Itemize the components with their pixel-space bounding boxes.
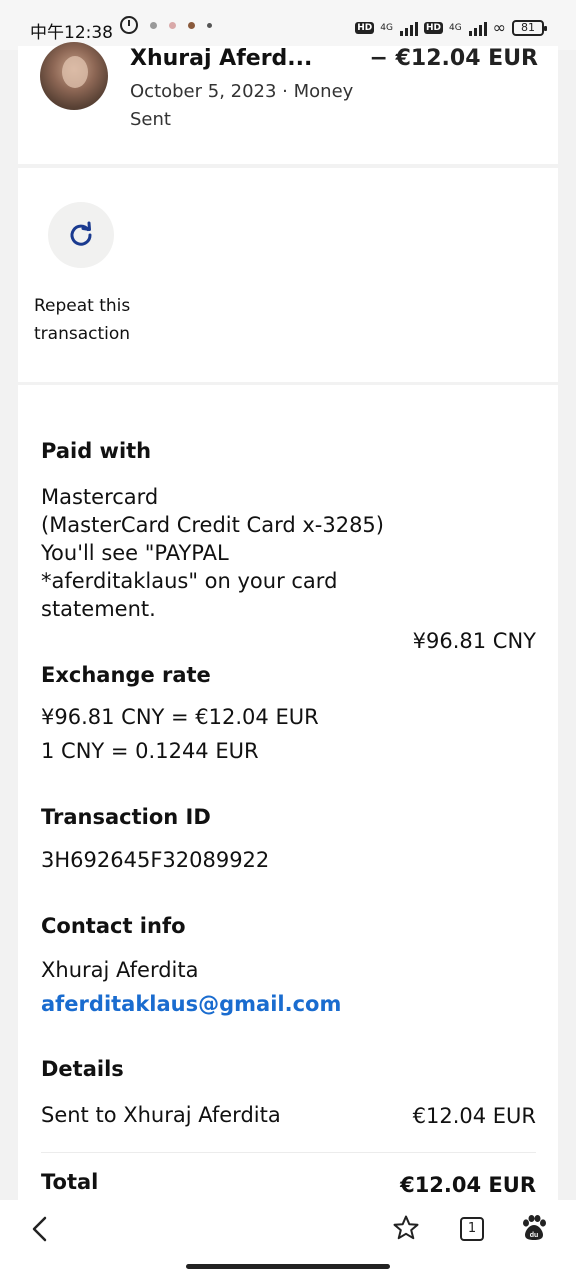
back-arrow-icon — [32, 1216, 47, 1242]
total-label: Total — [41, 1170, 99, 1194]
star-icon — [393, 1215, 419, 1240]
repeat-transaction-button[interactable] — [48, 202, 114, 268]
transaction-header-card: Xhuraj Aferd... − €12.04 EUR October 5, … — [18, 42, 558, 164]
transaction-id-title: Transaction ID — [41, 805, 211, 829]
status-system-icons: HD 4G HD 4G ∞ 81 — [355, 18, 547, 37]
details-row-label: Sent to Xhuraj Aferdita — [41, 1103, 281, 1127]
total-value: €12.04 EUR — [400, 1173, 536, 1197]
baidu-paw-icon: du — [523, 1215, 546, 1240]
payment-card: (MasterCard Credit Card x-3285) — [41, 513, 384, 537]
details-row-value: €12.04 EUR — [412, 1104, 536, 1128]
exchange-rate-line: ¥96.81 CNY = €12.04 EUR — [41, 705, 319, 729]
network-type-label: 4G — [380, 22, 393, 33]
home-indicator[interactable] — [186, 1264, 390, 1269]
divider — [41, 1152, 536, 1153]
details-title: Details — [41, 1057, 124, 1081]
network-type-label: 4G — [448, 22, 462, 33]
signal-icon — [399, 20, 418, 36]
recipient-name: Xhuraj Aferd... — [130, 46, 313, 71]
hd-icon: HD — [355, 21, 375, 34]
svg-text:du: du — [530, 1232, 539, 1239]
notification-icon — [150, 21, 157, 29]
repeat-transaction-card: Repeat this transaction — [18, 168, 558, 382]
exchange-rate-line: 1 CNY = 0.1244 EUR — [41, 739, 259, 763]
exchange-rate-title: Exchange rate — [41, 663, 211, 687]
alarm-icon — [120, 16, 138, 34]
transaction-date-type: October 5, 2023 · Money Sent — [130, 81, 354, 130]
hd-icon: HD — [423, 21, 443, 34]
notification-icon — [169, 21, 176, 29]
tabs-button[interactable]: 1 — [460, 1217, 484, 1241]
battery-icon: 81 — [512, 19, 547, 36]
paid-with-title: Paid with — [41, 439, 152, 463]
contact-name: Xhuraj Aferdita — [41, 958, 199, 982]
refresh-icon — [70, 221, 92, 246]
status-time: 中午12:38 — [30, 23, 113, 43]
payment-method-name: Mastercard — [41, 485, 159, 509]
status-notification-icons — [120, 16, 212, 34]
paid-amount: ¥96.81 CNY — [412, 629, 536, 653]
baidu-button[interactable]: du — [520, 1214, 548, 1246]
avatar — [40, 42, 108, 110]
transaction-id: 3H692645F32089922 — [41, 848, 270, 872]
contact-info-title: Contact info — [41, 914, 186, 938]
status-bar: 中午12:38 HD 4G HD 4G ∞ 81 — [0, 0, 576, 50]
browser-bottom-bar: 1 du — [0, 1200, 576, 1280]
bookmark-button[interactable] — [392, 1214, 420, 1246]
more-notifications-icon — [207, 22, 212, 28]
back-button[interactable] — [28, 1216, 52, 1242]
notification-icon — [188, 21, 195, 29]
link-icon: ∞ — [492, 18, 506, 37]
contact-email-link[interactable]: aferditaklaus@gmail.com — [41, 990, 341, 1018]
statement-note: You'll see "PAYPAL *aferditaklaus" on yo… — [41, 541, 338, 621]
signal-icon — [468, 20, 487, 36]
transaction-amount: − €12.04 EUR — [369, 46, 538, 71]
transaction-details-card: Paid with Mastercard (MasterCard Credit … — [18, 385, 558, 1200]
repeat-transaction-label[interactable]: Repeat this transaction — [34, 292, 174, 348]
